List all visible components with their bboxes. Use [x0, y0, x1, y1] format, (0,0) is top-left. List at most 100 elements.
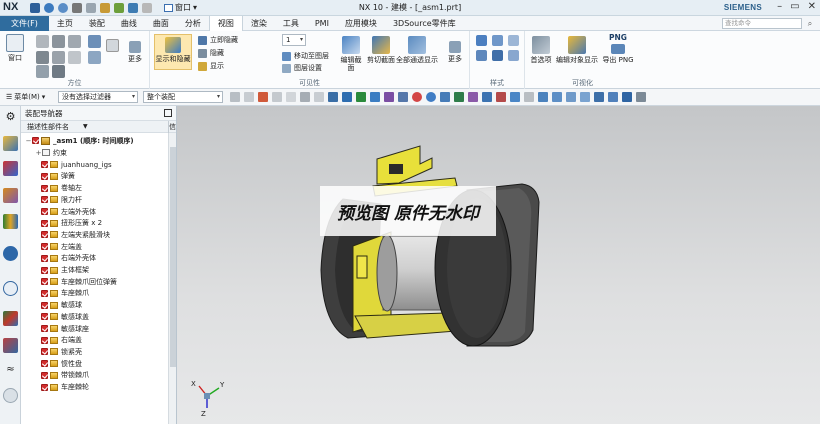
edit-section-small-icon[interactable]	[622, 92, 632, 102]
search-icon[interactable]: ⌕	[804, 18, 816, 29]
visibility-checkbox[interactable]	[41, 231, 48, 239]
tree-part-row[interactable]: 右端盖	[41, 335, 176, 347]
visibility-checkbox[interactable]	[41, 243, 48, 251]
web-browser-icon[interactable]	[3, 246, 18, 261]
paste-icon[interactable]	[100, 3, 110, 13]
visibility-checkbox[interactable]	[41, 172, 48, 180]
settings-gear-icon[interactable]: ⚙	[3, 109, 18, 124]
bounded-grid-icon[interactable]	[538, 92, 548, 102]
general-select-icon[interactable]	[230, 92, 240, 102]
tab-surface[interactable]: 曲面	[145, 16, 177, 31]
selection-scope-select[interactable]: 整个装配 ▾	[143, 91, 223, 103]
navigator-scrollbar[interactable]	[168, 133, 176, 424]
scrollbar-thumb[interactable]	[170, 147, 176, 367]
view-right-icon[interactable]	[36, 51, 49, 64]
curve-icon[interactable]	[384, 92, 394, 102]
mid-point-icon[interactable]	[370, 92, 380, 102]
navigator-column-header[interactable]: 描述性部件名 ▼ 信	[21, 121, 176, 133]
preferences-button[interactable]: 首选项	[527, 36, 555, 64]
tree-part-row[interactable]: 车座棘轮	[41, 381, 176, 393]
edit-object-display-button[interactable]: 编辑对象显示	[555, 36, 599, 64]
circle-icon[interactable]	[426, 92, 436, 102]
tree-part-row[interactable]: 带锁棘爪	[41, 370, 176, 382]
assembly-navigator-icon[interactable]	[3, 136, 18, 151]
grid-snap-icon[interactable]	[328, 92, 338, 102]
window-switcher[interactable]: 窗口 ▾	[164, 2, 197, 13]
visibility-more-button[interactable]: 更多	[444, 41, 466, 63]
tab-3dsource[interactable]: 3DSource零件库	[385, 16, 464, 31]
visibility-checkbox[interactable]	[41, 266, 48, 274]
maximize-icon[interactable]: ▭	[790, 1, 799, 12]
point-on-curve-icon[interactable]	[510, 92, 520, 102]
visibility-checkbox[interactable]	[41, 208, 48, 216]
move-to-layer-button[interactable]: 移动至图层	[282, 51, 329, 61]
view-triad[interactable]: X Y Z	[191, 380, 225, 418]
snap-view-icon[interactable]	[88, 51, 101, 64]
tangent-icon[interactable]	[454, 92, 464, 102]
tree-part-row[interactable]: 惯性盘	[41, 358, 176, 370]
resource-extra-icon[interactable]	[3, 388, 18, 403]
view-trimetric-icon[interactable]	[36, 35, 49, 48]
studio-icon[interactable]	[492, 50, 503, 61]
visibility-checkbox[interactable]	[41, 325, 48, 333]
part-navigator-icon[interactable]	[3, 188, 18, 203]
render-style-icon[interactable]	[594, 92, 604, 102]
3d-model-canvas[interactable]: X Y Z	[177, 106, 820, 424]
view-back-icon[interactable]	[68, 51, 81, 64]
refresh-view-icon[interactable]	[88, 35, 101, 48]
visibility-checkbox[interactable]	[41, 336, 48, 344]
view-left-icon[interactable]	[52, 65, 65, 78]
view-front-icon[interactable]	[68, 35, 81, 48]
orient-view-icon[interactable]	[608, 92, 618, 102]
visibility-checkbox[interactable]	[41, 184, 48, 192]
tree-part-row[interactable]: juanhuang_igs	[41, 159, 176, 171]
expand-icon[interactable]: +	[35, 149, 42, 157]
edit-section-button[interactable]: 编辑截面	[338, 36, 364, 72]
roles-icon[interactable]	[3, 311, 18, 326]
tree-part-row[interactable]: 敏感球座	[41, 323, 176, 335]
tab-curve[interactable]: 曲线	[113, 16, 145, 31]
history-icon[interactable]	[3, 281, 18, 296]
visibility-checkbox[interactable]	[41, 313, 48, 321]
visibility-checkbox[interactable]	[32, 137, 39, 145]
wireframe-icon[interactable]	[508, 35, 519, 46]
visibility-checkbox[interactable]	[41, 196, 48, 204]
scroll-down-icon[interactable]: ≈	[3, 364, 18, 379]
hide-button[interactable]: 隐藏	[198, 48, 224, 58]
window-button[interactable]: 窗口	[4, 34, 26, 62]
tab-applications[interactable]: 应用模块	[337, 16, 385, 31]
visibility-checkbox[interactable]	[41, 254, 48, 262]
visibility-checkbox[interactable]	[41, 383, 48, 391]
navigator-pin-icon[interactable]	[164, 109, 172, 117]
control-point-icon[interactable]	[398, 92, 408, 102]
tree-part-row[interactable]: 锁紧壳	[41, 346, 176, 358]
system-materials-icon[interactable]	[3, 338, 18, 353]
visibility-checkbox[interactable]	[41, 219, 48, 227]
select-all-icon[interactable]	[258, 92, 268, 102]
redo-icon[interactable]	[58, 3, 68, 13]
zoom-icon[interactable]	[566, 92, 576, 102]
face-analysis-icon[interactable]	[508, 50, 519, 61]
tab-home[interactable]: 主页	[49, 16, 81, 31]
cross-icon[interactable]	[440, 92, 450, 102]
save-icon[interactable]	[30, 3, 40, 13]
tab-render[interactable]: 渲染	[243, 16, 275, 31]
tree-part-row[interactable]: 限力杆	[41, 194, 176, 206]
visibility-checkbox[interactable]	[41, 278, 48, 286]
tab-analysis[interactable]: 分析	[177, 16, 209, 31]
point-snap-icon[interactable]	[286, 92, 296, 102]
cut-icon[interactable]	[72, 3, 82, 13]
tree-part-row[interactable]: 车座棘爪回位弹簧	[41, 276, 176, 288]
existing-point-icon[interactable]	[496, 92, 506, 102]
tab-tools[interactable]: 工具	[275, 16, 307, 31]
tab-file[interactable]: 文件(F)	[0, 16, 49, 31]
show-hide-button[interactable]: 显示和隐藏	[154, 34, 192, 70]
tree-constraints-row[interactable]: + 约束	[35, 147, 176, 159]
arc-center-icon[interactable]	[412, 92, 422, 102]
tab-assembly[interactable]: 装配	[81, 16, 113, 31]
tab-pmi[interactable]: PMI	[307, 16, 337, 31]
tree-part-row[interactable]: 右端外壳体	[41, 253, 176, 265]
tree-part-row[interactable]: 左端盖	[41, 241, 176, 253]
menu-button[interactable]: ☰ 菜单(M) ▾	[6, 92, 45, 102]
orientation-more-button[interactable]: 更多	[124, 41, 146, 63]
